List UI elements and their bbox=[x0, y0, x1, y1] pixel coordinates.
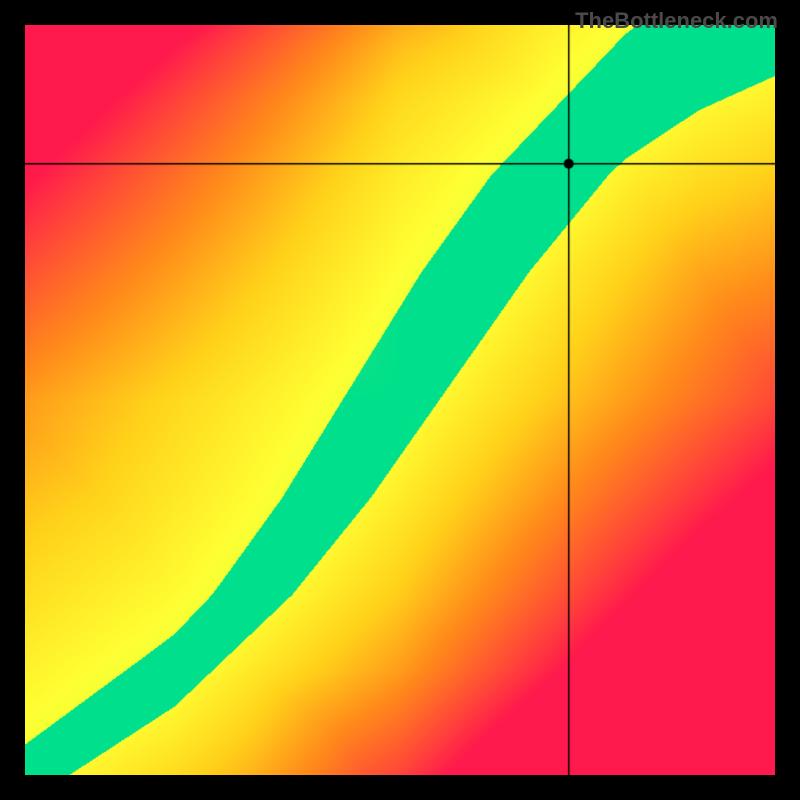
chart-root: TheBottleneck.com bbox=[0, 0, 800, 800]
plot-area bbox=[25, 25, 775, 775]
heatmap-canvas bbox=[25, 25, 775, 775]
watermark-text: TheBottleneck.com bbox=[575, 8, 778, 34]
